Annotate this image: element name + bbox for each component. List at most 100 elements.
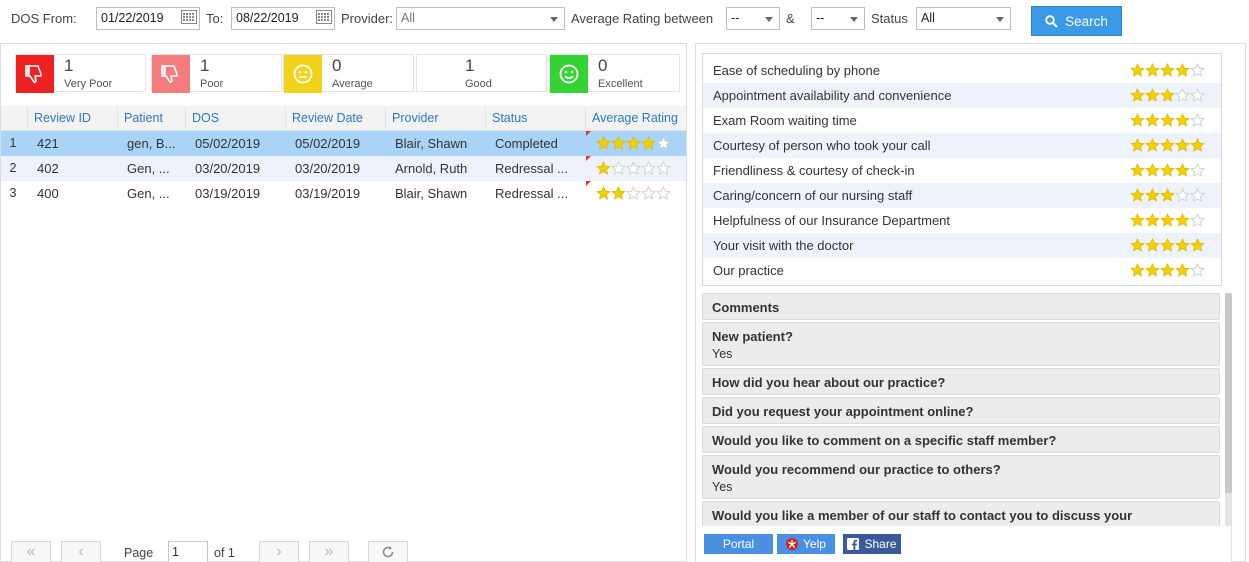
question-text: New patient? xyxy=(712,329,793,344)
first-page-button[interactable]: « xyxy=(11,541,51,562)
star-empty-icon xyxy=(1190,188,1205,202)
rating-row: Appointment availability and convenience xyxy=(703,83,1221,108)
col-average-rating[interactable]: Average Rating xyxy=(585,106,686,131)
cell-status: Redressal ... xyxy=(495,186,568,201)
flag-marker xyxy=(586,181,591,186)
col-review-date[interactable]: Review Date xyxy=(285,106,385,131)
star-filled-icon xyxy=(1145,213,1160,227)
question-item[interactable]: Would you recommend our practice to othe… xyxy=(702,455,1220,499)
col-patient[interactable]: Patient xyxy=(117,106,185,131)
dos-from-label: DOS From: xyxy=(11,11,77,26)
star-filled-icon xyxy=(1145,188,1160,202)
status-label: Status xyxy=(871,11,908,26)
question-item[interactable]: Did you request your appointment online? xyxy=(702,397,1220,424)
rating-label: Helpfulness of our Insurance Department xyxy=(713,213,951,228)
summary-label: Average xyxy=(332,78,373,90)
star-filled-icon xyxy=(1145,113,1160,127)
rating-row: Ease of scheduling by phone xyxy=(703,58,1221,83)
portal-button-label: Portal xyxy=(722,537,755,551)
chevron-down-icon xyxy=(996,17,1004,22)
provider-select[interactable]: All xyxy=(396,7,565,30)
summary-tile-poor[interactable]: 1 Poor xyxy=(151,54,282,93)
and-label: & xyxy=(786,11,795,26)
summary-count: 1 xyxy=(200,56,210,75)
star-rating xyxy=(1130,133,1205,158)
col-provider[interactable]: Provider xyxy=(385,106,485,131)
star-filled-icon xyxy=(1175,263,1190,277)
summary-tile-excellent[interactable]: 0 Excellent xyxy=(549,54,680,93)
star-filled-icon xyxy=(1130,138,1145,152)
question-item[interactable]: Would you like to comment on a specific … xyxy=(702,426,1220,453)
question-text: How did you hear about our practice? xyxy=(712,375,946,390)
star-filled-icon xyxy=(1130,188,1145,202)
scrollbar-thumb[interactable] xyxy=(1225,293,1232,493)
rating-row: Caring/concern of our nursing staff xyxy=(703,183,1221,208)
rating-label: Caring/concern of our nursing staff xyxy=(713,188,913,203)
table-row[interactable]: 3 400 Gen, ... 03/19/2019 03/19/2019 Bla… xyxy=(1,181,686,206)
rating-min-select[interactable]: -- xyxy=(726,7,780,30)
yelp-button[interactable]: Yelp xyxy=(777,534,835,554)
facebook-share-button[interactable]: Share xyxy=(843,534,901,554)
col-status[interactable]: Status xyxy=(485,106,585,131)
summary-label: Good xyxy=(465,78,492,90)
refresh-icon[interactable] xyxy=(368,541,408,562)
table-row[interactable]: 1 421 gen, B... 05/02/2019 05/02/2019 Bl… xyxy=(1,131,686,156)
next-page-button[interactable]: › xyxy=(259,541,299,562)
star-empty-icon xyxy=(656,186,671,200)
star-empty-icon xyxy=(1190,163,1205,177)
summary-tile-good[interactable]: 1 Good xyxy=(416,54,547,92)
star-rating xyxy=(596,131,671,156)
cell-status: Redressal ... xyxy=(495,161,568,176)
page-input[interactable]: 1 xyxy=(168,541,208,562)
page-of-label: of 1 xyxy=(214,546,235,560)
star-filled-icon xyxy=(1160,213,1175,227)
search-button[interactable]: Search xyxy=(1031,6,1122,36)
comments-section[interactable]: Comments xyxy=(702,293,1220,320)
status-select[interactable]: All xyxy=(916,7,1011,30)
rating-label: Appointment availability and convenience xyxy=(713,88,952,103)
rating-row: Courtesy of person who took your call xyxy=(703,133,1221,158)
rating-row: Friendliness & courtesy of check-in xyxy=(703,158,1221,183)
cell-dos: 05/02/2019 xyxy=(195,136,261,151)
cell-patient: Gen, ... xyxy=(127,161,170,176)
star-filled-icon xyxy=(626,136,641,150)
rating-label: Ease of scheduling by phone xyxy=(713,63,880,78)
star-empty-icon xyxy=(1175,188,1190,202)
summary-tile-very-poor[interactable]: 1 Very Poor xyxy=(15,54,146,93)
question-text: Would you like to comment on a specific … xyxy=(712,433,1057,448)
rating-label: Your visit with the doctor xyxy=(713,238,854,253)
portal-button[interactable]: Portal xyxy=(704,534,773,554)
star-filled-icon xyxy=(1175,113,1190,127)
star-empty-icon xyxy=(641,186,656,200)
row-number: 1 xyxy=(9,136,17,150)
col-review-id[interactable]: Review ID xyxy=(27,106,117,131)
table-row[interactable]: 2 402 Gen, ... 03/20/2019 03/20/2019 Arn… xyxy=(1,156,686,181)
cell-review-id: 400 xyxy=(37,186,59,201)
question-item[interactable]: New patient? Yes xyxy=(702,322,1220,366)
question-item[interactable]: How did you hear about our practice? xyxy=(702,368,1220,395)
prev-page-button[interactable]: ‹ xyxy=(61,541,101,562)
scrollbar[interactable] xyxy=(1225,293,1232,562)
star-filled-icon xyxy=(611,186,626,200)
star-filled-icon xyxy=(1160,188,1175,202)
calendar-icon[interactable] xyxy=(181,10,197,24)
last-page-button[interactable]: » xyxy=(309,541,349,562)
star-filled-icon xyxy=(1130,213,1145,227)
summary-count: 1 xyxy=(465,56,475,75)
star-filled-icon xyxy=(1130,238,1145,252)
star-empty-icon xyxy=(1190,63,1205,77)
star-rating xyxy=(1130,183,1205,208)
col-dos[interactable]: DOS xyxy=(185,106,285,131)
summary-tile-average[interactable]: 0 Average xyxy=(283,54,414,93)
question-text: Did you request your appointment online? xyxy=(712,404,974,419)
star-empty-icon xyxy=(1190,213,1205,227)
rating-label: Friendliness & courtesy of check-in xyxy=(713,163,915,178)
rating-row: Exam Room waiting time xyxy=(703,108,1221,133)
reviews-grid: Review ID Patient DOS Review Date Provid… xyxy=(1,106,686,206)
star-empty-icon xyxy=(626,186,641,200)
calendar-icon[interactable] xyxy=(316,10,332,24)
star-filled-icon xyxy=(1190,138,1205,152)
star-filled-icon xyxy=(1190,238,1205,252)
rating-max-select[interactable]: -- xyxy=(811,7,865,30)
question-text: Comments xyxy=(712,300,780,315)
